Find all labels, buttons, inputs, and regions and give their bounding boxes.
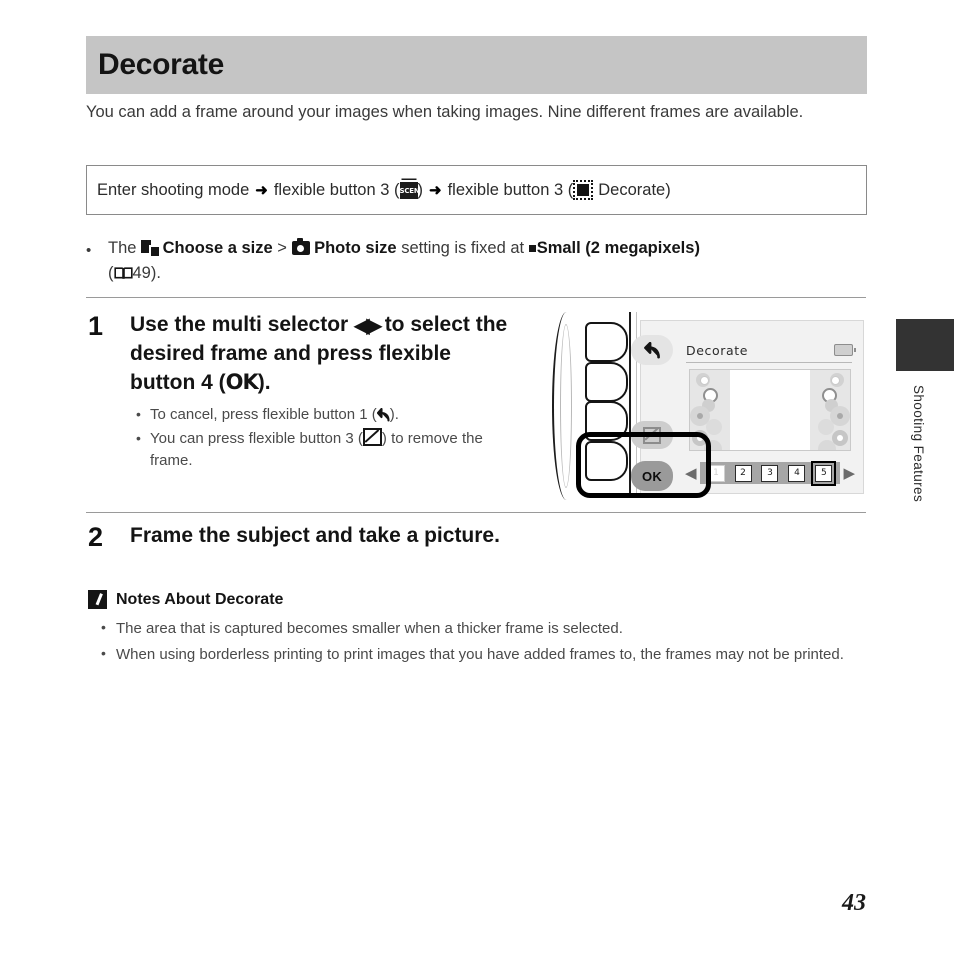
decoration-flower	[700, 376, 709, 385]
remove-frame-icon	[362, 428, 382, 446]
highlight-callout-ring	[576, 432, 711, 498]
nav-step-3-label: flexible button 3 (	[447, 180, 574, 199]
divider-rule-bottom	[86, 512, 866, 513]
page-title: Decorate	[98, 48, 224, 81]
step-1-bullet-2-a: You can press flexible button 3 (	[150, 430, 363, 447]
navigation-path-box: Enter shooting mode ➜ flexible button 3 …	[86, 165, 867, 215]
frame-option-3[interactable]: 3	[761, 464, 779, 482]
camera-icon	[291, 238, 310, 255]
scene-icon: SCENE	[399, 181, 424, 199]
divider-rule-top	[86, 297, 866, 298]
back-arrow-icon	[643, 341, 660, 359]
back-arrow-icon	[376, 408, 390, 422]
notes-item: The area that is captured becomes smalle…	[98, 616, 858, 640]
notes-title: Notes About Decorate	[116, 590, 284, 608]
intro-paragraph: You can add a frame around your images w…	[86, 103, 804, 121]
step-1-heading-c: ).	[257, 371, 271, 394]
step-1-bullet-1-a: To cancel, press flexible button 1 (	[150, 406, 377, 423]
lcd-title: Decorate	[686, 343, 749, 358]
decoration-flower	[706, 419, 722, 435]
selector-right-arrow-icon[interactable]: ▶	[843, 466, 855, 481]
arrow-right-icon-1: ➜	[255, 182, 268, 199]
choose-a-size-icon	[141, 240, 160, 256]
frame-option-4[interactable]: 4	[788, 464, 806, 482]
step-1: 1 Use the multi selector ◀▶ to select th…	[88, 311, 518, 474]
notes-list: The area that is captured becomes smalle…	[98, 616, 858, 666]
note-mid: setting is fixed at	[401, 239, 525, 257]
frame-selector-track: 1 2 3 4 5	[699, 460, 841, 486]
arrow-right-icon-2: ➜	[429, 182, 442, 199]
step-2-heading: Frame the subject and take a picture.	[130, 524, 500, 547]
step-1-bullet-1: To cancel, press flexible button 1 ().	[130, 403, 518, 426]
decoration-flower	[837, 413, 843, 419]
note-lead: The	[108, 239, 137, 257]
multi-selector-left-right-icon: ◀▶	[354, 315, 382, 337]
decorate-icon	[573, 180, 594, 200]
greater-than-separator: >	[277, 239, 287, 257]
step-1-bullet-2: You can press flexible button 3 () to re…	[130, 427, 518, 472]
section-label-shooting-features: Shooting Features	[911, 385, 926, 503]
step-1-sublist: To cancel, press flexible button 1 (). Y…	[130, 403, 518, 472]
flexible-button-2[interactable]	[585, 362, 628, 402]
caution-check-icon	[88, 590, 107, 609]
frame-option-2[interactable]: 2	[734, 464, 752, 482]
page-header: Decorate	[86, 36, 867, 94]
book-reference-icon	[113, 267, 133, 279]
bullet-dot: •	[86, 242, 92, 259]
lcd-back-button[interactable]	[631, 335, 673, 365]
notes-heading: Notes About Decorate	[88, 590, 858, 609]
battery-icon	[834, 344, 857, 356]
section-tab-marker	[896, 319, 954, 371]
camera-body-grip	[560, 324, 572, 488]
step-1-number: 1	[88, 311, 104, 341]
decoration-flower	[697, 413, 703, 419]
notes-item: When using borderless printing to print …	[98, 642, 858, 666]
navigation-path-line: Enter shooting mode ➜ flexible button 3 …	[87, 180, 671, 200]
ok-button-icon: OK	[225, 370, 259, 394]
decoration-flower	[818, 419, 834, 435]
photo-size-note-body: The Choose a size > Photo size setting i…	[108, 236, 866, 286]
small-size-icon	[528, 245, 536, 252]
flexible-button-1[interactable]	[585, 322, 628, 362]
small-value-label: Small (2 megapixels)	[536, 239, 700, 257]
decoration-flower	[837, 435, 843, 441]
camera-illustration: Decorate OK ◀ 1 2 3 4 5 ▶	[548, 308, 866, 508]
photo-size-note: • The Choose a size > Photo size setting…	[86, 236, 866, 286]
nav-step-3-close: Decorate)	[598, 180, 671, 199]
photo-size-label: Photo size	[314, 239, 397, 257]
nav-step-1-label: Enter shooting mode	[97, 180, 250, 199]
choose-a-size-label: Choose a size	[162, 239, 273, 257]
step-1-heading-a: Use the multi selector	[130, 313, 349, 336]
notes-section: Notes About Decorate The area that is ca…	[88, 590, 858, 669]
frame-preview	[689, 369, 851, 451]
page-number: 43	[842, 890, 866, 916]
ref-page-number: 49).	[132, 264, 161, 282]
nav-step-2-label: flexible button 3 (	[273, 180, 400, 199]
step-1-heading: Use the multi selector ◀▶ to select the …	[130, 311, 520, 397]
lcd-title-rule	[686, 362, 852, 363]
decoration-flower	[818, 440, 836, 450]
step-1-bullet-1-b: ).	[389, 406, 399, 423]
frame-option-5-selected[interactable]: 5	[811, 460, 837, 486]
step-2-number: 2	[88, 522, 104, 552]
step-2: 2 Frame the subject and take a picture.	[88, 522, 688, 552]
decoration-flower	[831, 376, 840, 385]
